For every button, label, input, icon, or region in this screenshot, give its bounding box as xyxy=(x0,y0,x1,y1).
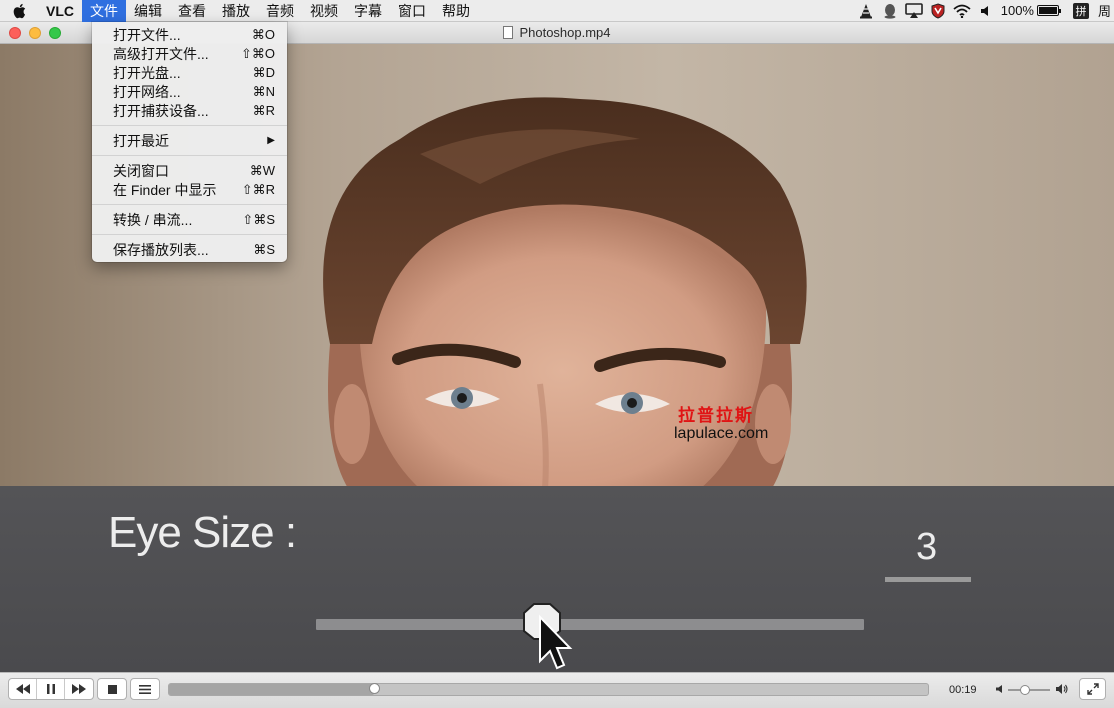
menu-item-label: 打开光盘... xyxy=(113,64,181,81)
menu-item-shortcut: ⌘S xyxy=(253,241,275,257)
menu-item-shortcut: ⌘R xyxy=(252,102,275,118)
rewind-icon xyxy=(15,684,30,694)
file-menu-dropdown: 打开文件... ⌘O 高级打开文件... ⇧⌘O 打开光盘... ⌘D 打开网络...… xyxy=(92,22,287,262)
menu-item-convert-stream[interactable]: 转换 / 串流... ⇧⌘S xyxy=(92,210,287,229)
menu-item-label: 打开最近 xyxy=(113,132,169,149)
airplay-display-icon[interactable] xyxy=(902,0,926,22)
menu-item-save-playlist[interactable]: 保存播放列表... ⌘S xyxy=(92,240,287,259)
pause-button[interactable] xyxy=(37,679,65,699)
rewind-button[interactable] xyxy=(9,679,37,699)
menu-item-label: 关闭窗口 xyxy=(113,162,169,179)
watermark-url: lapulace.com xyxy=(674,425,769,442)
menu-item-show-in-finder[interactable]: 在 Finder 中显示 ⇧⌘R xyxy=(92,180,287,199)
menu-separator xyxy=(92,125,287,126)
menu-item-shortcut: ⌘N xyxy=(252,83,275,99)
stop-button-group xyxy=(97,678,127,700)
volume-slider-knob[interactable] xyxy=(1019,685,1030,695)
menu-item-label: 打开捕获设备... xyxy=(113,102,209,119)
wifi-icon[interactable] xyxy=(950,0,974,22)
menu-subtitles[interactable]: 字幕 xyxy=(346,0,390,22)
playlist-button[interactable] xyxy=(131,679,159,699)
playlist-button-group xyxy=(130,678,160,700)
menu-bar: VLC 文件 编辑 查看 播放 音频 视频 字幕 窗口 帮助 100% 拼 周 xyxy=(0,0,1114,22)
eye-size-value: 3 xyxy=(916,526,938,568)
menu-item-close-window[interactable]: 关闭窗口 ⌘W xyxy=(92,161,287,180)
menu-playback[interactable]: 播放 xyxy=(214,0,258,22)
seek-bar[interactable] xyxy=(168,683,929,696)
seek-bar-knob[interactable] xyxy=(368,683,380,694)
eye-size-slider-track xyxy=(316,619,864,630)
battery-icon[interactable] xyxy=(1036,5,1061,16)
menu-item-open-recent[interactable]: 打开最近 ▶ xyxy=(92,131,287,150)
menu-item-label: 转换 / 串流... xyxy=(113,211,193,228)
menu-item-open-network[interactable]: 打开网络... ⌘N xyxy=(92,82,287,101)
input-method-icon[interactable]: 拼 xyxy=(1072,2,1089,19)
menu-window[interactable]: 窗口 xyxy=(390,0,434,22)
menu-item-label: 在 Finder 中显示 xyxy=(113,181,217,198)
eye-size-label: Eye Size : xyxy=(108,508,297,557)
menu-separator xyxy=(92,155,287,156)
menu-item-label: 保存播放列表... xyxy=(113,241,209,258)
document-icon xyxy=(503,26,514,39)
volume-icon[interactable] xyxy=(974,0,998,22)
apple-menu-icon[interactable] xyxy=(0,3,38,19)
menu-audio[interactable]: 音频 xyxy=(258,0,302,22)
app-menu-vlc[interactable]: VLC xyxy=(38,0,82,22)
menu-file[interactable]: 文件 xyxy=(82,0,126,22)
menu-item-label: 打开文件... xyxy=(113,26,181,43)
pause-icon xyxy=(46,684,55,694)
menu-item-shortcut: ⌘W xyxy=(249,162,275,178)
menu-item-shortcut: ⇧⌘O xyxy=(240,45,275,61)
vlc-cone-icon[interactable] xyxy=(854,0,878,22)
menu-separator xyxy=(92,204,287,205)
status-area: 100% 拼 周 xyxy=(854,0,1114,22)
menu-item-open-capture-device[interactable]: 打开捕获设备... ⌘R xyxy=(92,101,287,120)
volume-up-icon[interactable] xyxy=(1055,683,1069,695)
window-title-text: Photoshop.mp4 xyxy=(519,25,611,40)
stop-icon xyxy=(107,684,117,694)
menu-item-shortcut: ⌘O xyxy=(251,26,275,42)
clock[interactable]: 周 xyxy=(1095,1,1114,20)
menu-help[interactable]: 帮助 xyxy=(434,0,478,22)
menu-item-open-file[interactable]: 打开文件... ⌘O xyxy=(92,25,287,44)
menu-item-label: 打开网络... xyxy=(113,83,181,100)
fast-forward-icon xyxy=(72,684,86,694)
stop-button[interactable] xyxy=(98,679,126,699)
menu-item-label: 高级打开文件... xyxy=(113,45,209,62)
menu-item-shortcut: ⌘D xyxy=(252,64,275,80)
fullscreen-button[interactable] xyxy=(1079,678,1106,700)
battery-level-fill xyxy=(1038,7,1057,14)
submenu-arrow-icon: ▶ xyxy=(267,135,275,146)
menu-item-open-disc[interactable]: 打开光盘... ⌘D xyxy=(92,63,287,82)
menu-edit[interactable]: 编辑 xyxy=(126,0,170,22)
elapsed-time[interactable]: 00:19 xyxy=(949,684,977,696)
menu-separator xyxy=(92,234,287,235)
menu-item-shortcut: ⇧⌘S xyxy=(242,211,275,227)
eye-size-slider-knob xyxy=(522,603,573,670)
fast-forward-button[interactable] xyxy=(65,679,93,699)
menu-item-shortcut: ⇧⌘R xyxy=(241,181,275,197)
fullscreen-icon xyxy=(1086,683,1099,695)
menu-view[interactable]: 查看 xyxy=(170,0,214,22)
volume-slider[interactable] xyxy=(1008,685,1050,695)
qq-penguin-icon[interactable] xyxy=(878,0,902,22)
eye-size-value-underline xyxy=(885,577,971,582)
volume-down-icon[interactable] xyxy=(995,684,1005,694)
watermark-chinese: 拉普拉斯 xyxy=(678,406,754,426)
transport-button-group xyxy=(8,678,94,700)
playlist-icon xyxy=(139,684,151,694)
menu-item-advanced-open-file[interactable]: 高级打开文件... ⇧⌘O xyxy=(92,44,287,63)
battery-percent[interactable]: 100% xyxy=(998,3,1037,18)
seek-bar-played xyxy=(169,684,374,695)
menu-video[interactable]: 视频 xyxy=(302,0,346,22)
shield-icon[interactable] xyxy=(926,0,950,22)
